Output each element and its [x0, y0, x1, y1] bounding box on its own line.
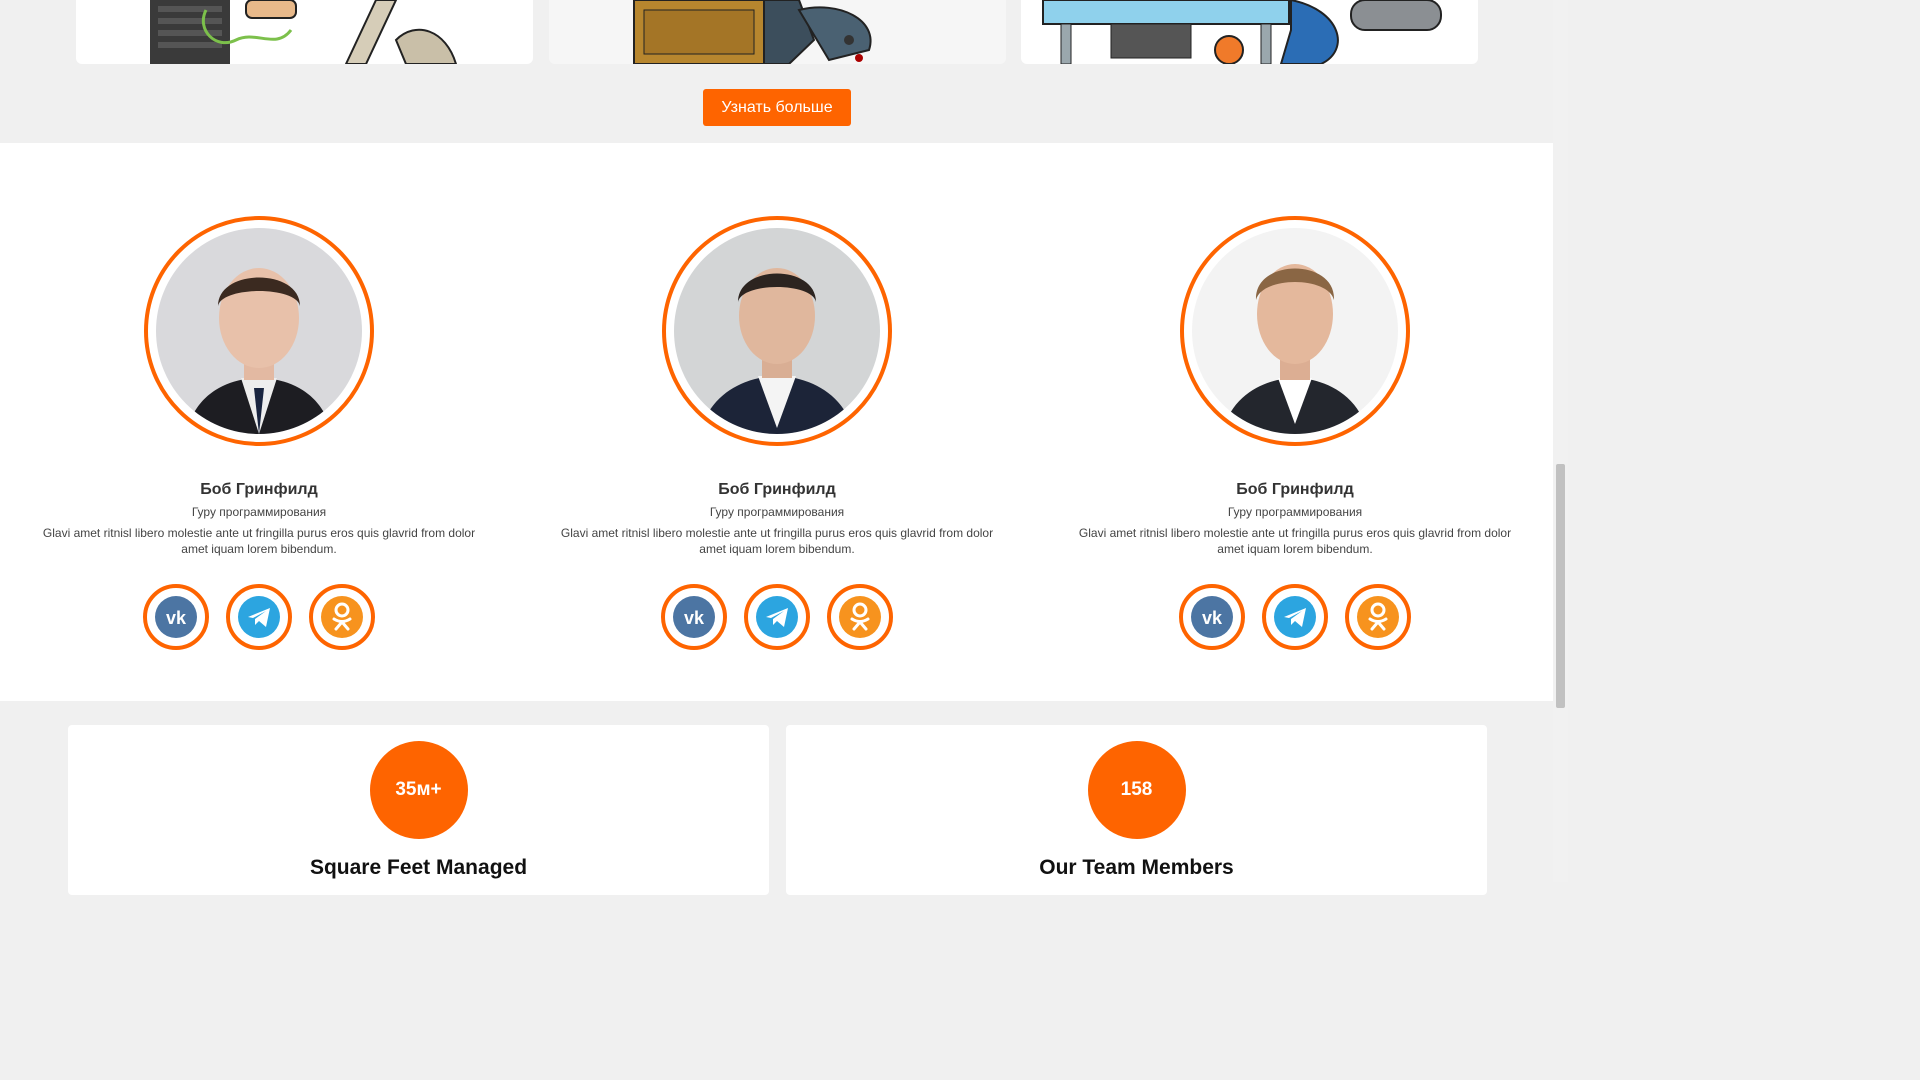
avatar-ring	[144, 216, 374, 446]
avatar	[156, 228, 362, 434]
member-role: Гуру программирования	[709, 505, 845, 519]
stats-section: 35м+ Square Feet Managed 158 Our Team Me…	[0, 701, 1553, 895]
odnoklassniki-icon	[321, 596, 363, 638]
team-member-card: Боб Гринфилд Гуру программирования Glavi…	[1036, 143, 1554, 701]
stat-value: 158	[1087, 741, 1186, 839]
vk-link[interactable]: vk	[143, 584, 209, 650]
member-bio: Glavi amet ritnisl libero molestie ante …	[1078, 526, 1512, 556]
svg-text:vk: vk	[684, 608, 705, 628]
desk-worker-illustration	[633, 0, 872, 64]
member-name: Боб Гринфилд	[718, 481, 836, 498]
telegram-link[interactable]	[1262, 584, 1328, 650]
stat-label: Square Feet Managed	[309, 856, 528, 879]
telegram-link[interactable]	[226, 584, 292, 650]
service-card-illustration	[76, 0, 533, 64]
team-member-card: Боб Гринфилд Гуру программирования Glavi…	[518, 143, 1036, 701]
telegram-icon	[756, 596, 798, 638]
page-scrollbar[interactable]	[1553, 0, 1568, 882]
learn-more-button[interactable]: Узнать больше	[703, 89, 851, 126]
team-member-card: Боб Гринфилд Гуру программирования Glavi…	[0, 143, 518, 701]
social-links: vk	[0, 584, 518, 650]
member-bio: Glavi amet ritnisl libero molestie ante …	[42, 526, 476, 556]
avatar	[674, 228, 880, 434]
services-strip: Узнать больше	[0, 0, 1553, 143]
odnoklassniki-icon	[839, 596, 881, 638]
stat-card: 158 Our Team Members	[786, 725, 1487, 895]
social-links: vk	[518, 584, 1036, 650]
vk-icon: vk	[1191, 596, 1233, 638]
member-name: Боб Гринфилд	[200, 481, 318, 498]
stat-label: Our Team Members	[1039, 856, 1234, 879]
vk-link[interactable]: vk	[1179, 584, 1245, 650]
stat-card: 35м+ Square Feet Managed	[68, 725, 769, 895]
odnoklassniki-link[interactable]	[1345, 584, 1411, 650]
odnoklassniki-link[interactable]	[827, 584, 893, 650]
telegram-icon	[238, 596, 280, 638]
member-role: Гуру программирования	[191, 505, 327, 519]
social-links: vk	[1036, 584, 1554, 650]
odnoklassniki-icon	[1357, 596, 1399, 638]
vk-icon: vk	[155, 596, 197, 638]
svg-text:vk: vk	[1202, 608, 1223, 628]
vk-icon: vk	[673, 596, 715, 638]
server-technician-illustration	[150, 0, 458, 64]
stat-value: 35м+	[369, 741, 468, 839]
telegram-link[interactable]	[744, 584, 810, 650]
service-card-illustration	[1021, 0, 1478, 64]
team-section: Боб Гринфилд Гуру программирования Glavi…	[0, 143, 1553, 701]
member-name: Боб Гринфилд	[1236, 481, 1354, 498]
avatar-ring	[662, 216, 892, 446]
avatar-ring	[1180, 216, 1410, 446]
service-card-illustration	[549, 0, 1006, 64]
scrollbar-thumb[interactable]	[1556, 464, 1565, 708]
odnoklassniki-link[interactable]	[309, 584, 375, 650]
avatar	[1192, 228, 1398, 434]
office-desk-illustration	[1042, 0, 1442, 64]
telegram-icon	[1274, 596, 1316, 638]
svg-text:vk: vk	[166, 608, 187, 628]
member-role: Гуру программирования	[1227, 505, 1363, 519]
member-bio: Glavi amet ritnisl libero molestie ante …	[560, 526, 994, 556]
vk-link[interactable]: vk	[661, 584, 727, 650]
